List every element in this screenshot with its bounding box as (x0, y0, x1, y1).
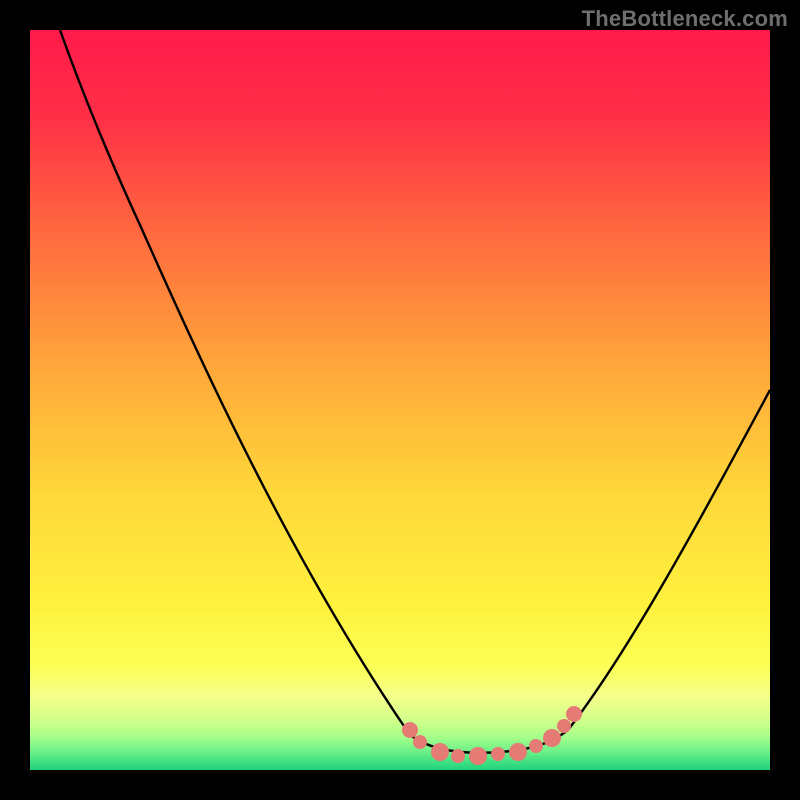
plot-area (30, 30, 770, 770)
highlight-dots (402, 706, 582, 765)
watermark-text: TheBottleneck.com (582, 6, 788, 32)
chart-container: TheBottleneck.com (0, 0, 800, 800)
bottleneck-curve (30, 30, 770, 770)
curve-path (60, 30, 770, 753)
